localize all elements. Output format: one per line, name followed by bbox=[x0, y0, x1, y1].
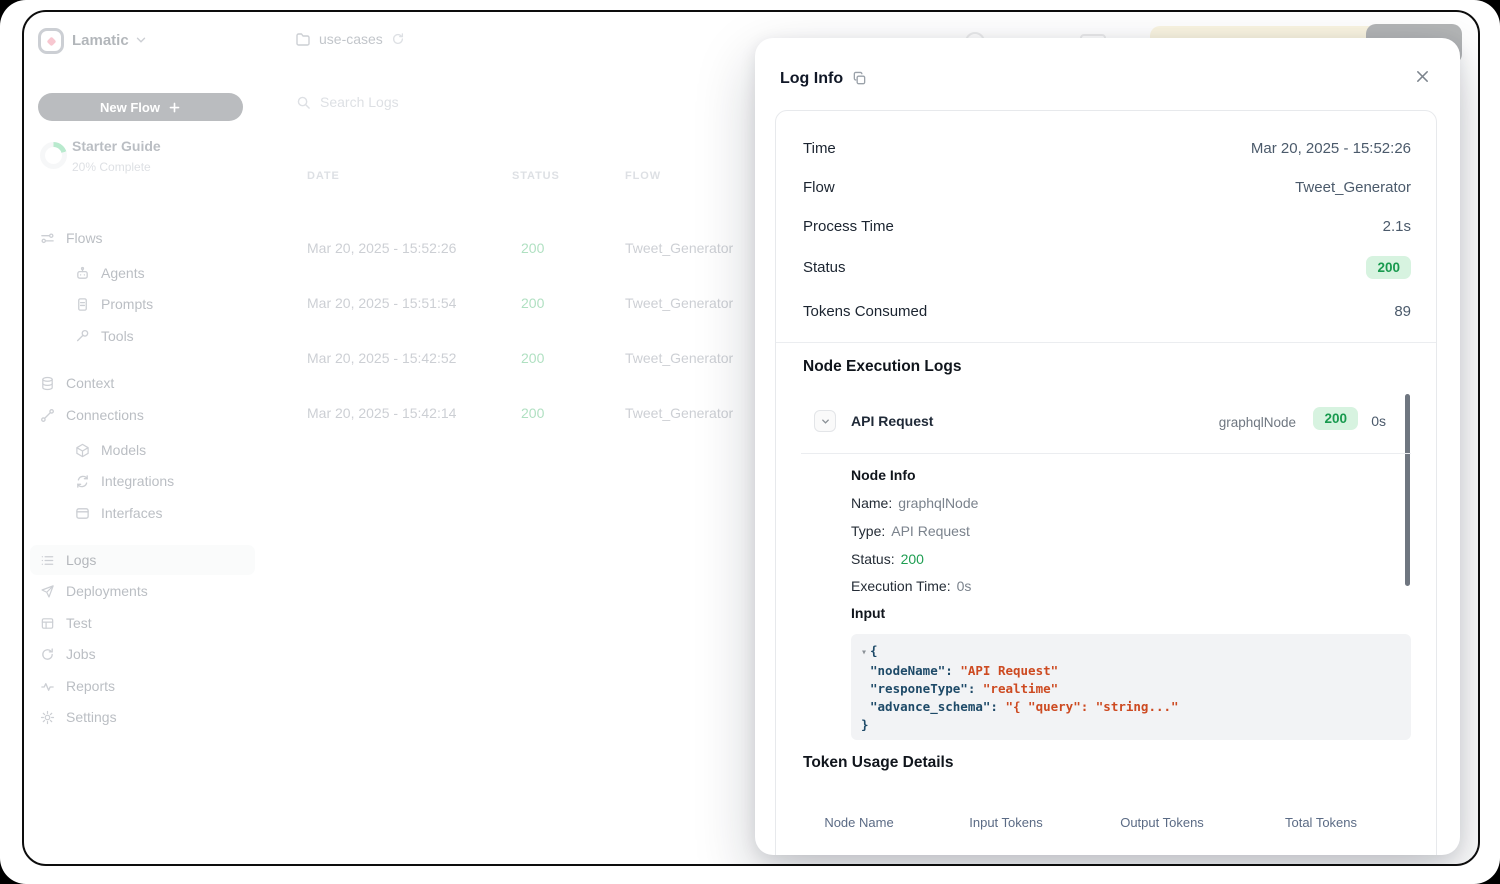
modal-title: Log Info bbox=[780, 70, 843, 88]
divider bbox=[776, 342, 1436, 343]
copy-icon[interactable] bbox=[852, 71, 867, 86]
process-time-value: 2.1s bbox=[1383, 218, 1411, 235]
log-detail-card: Time Mar 20, 2025 - 15:52:26 Flow Tweet_… bbox=[775, 110, 1437, 855]
code-key: "responeType": bbox=[870, 681, 975, 696]
node-entry-name[interactable]: API Request bbox=[851, 413, 933, 429]
node-entry-id: graphqlNode bbox=[1219, 415, 1296, 430]
token-usage-heading: Token Usage Details bbox=[803, 754, 953, 772]
time-value: Mar 20, 2025 - 15:52:26 bbox=[1251, 140, 1411, 157]
code-close-brace: } bbox=[861, 717, 869, 732]
status-label: Status bbox=[803, 259, 846, 276]
code-fold-chevron[interactable]: ▾ bbox=[861, 647, 867, 658]
close-icon[interactable] bbox=[1415, 69, 1430, 84]
input-heading: Input bbox=[851, 605, 885, 621]
code-value: "{ "query": "string..." bbox=[1005, 699, 1178, 714]
code-key: "nodeName": bbox=[870, 663, 953, 678]
node-execution-logs-heading: Node Execution Logs bbox=[803, 358, 961, 376]
node-name-value: graphqlNode bbox=[898, 495, 978, 511]
status-badge: 200 bbox=[1366, 256, 1411, 279]
usage-column-output-tokens[interactable]: Output Tokens bbox=[1120, 815, 1204, 830]
code-value: "API Request" bbox=[960, 663, 1058, 678]
app-window: Lamatic New Flow Starter Guide 20% Compl… bbox=[22, 10, 1480, 866]
usage-column-input-tokens[interactable]: Input Tokens bbox=[969, 815, 1042, 830]
input-json-code-block[interactable]: ▾{ "nodeName": "API Request" "responeTyp… bbox=[851, 634, 1411, 740]
usage-column-node-name[interactable]: Node Name bbox=[824, 815, 893, 830]
tokens-consumed-value: 89 bbox=[1394, 303, 1411, 320]
node-status-label: Status: bbox=[851, 551, 895, 567]
node-type-value: API Request bbox=[891, 523, 970, 539]
expand-node-chevron-button[interactable] bbox=[814, 410, 836, 432]
modal-scrollbar[interactable] bbox=[1405, 394, 1410, 586]
code-open-brace: { bbox=[870, 643, 878, 658]
flow-value: Tweet_Generator bbox=[1295, 179, 1411, 196]
process-time-label: Process Time bbox=[803, 218, 894, 235]
execution-time-label: Execution Time: bbox=[851, 578, 951, 594]
time-label: Time bbox=[803, 140, 836, 157]
node-name-label: Name: bbox=[851, 495, 892, 511]
code-value: "realtime" bbox=[983, 681, 1058, 696]
divider bbox=[801, 453, 1411, 454]
node-entry-duration: 0s bbox=[1371, 413, 1386, 429]
flow-label: Flow bbox=[803, 179, 835, 196]
execution-time-value: 0s bbox=[957, 578, 972, 594]
screenshot-canvas: Lamatic New Flow Starter Guide 20% Compl… bbox=[0, 0, 1500, 884]
node-entry-status-badge: 200 bbox=[1313, 407, 1358, 430]
node-info-heading: Node Info bbox=[851, 467, 916, 483]
node-status-value: 200 bbox=[901, 551, 924, 567]
node-type-label: Type: bbox=[851, 523, 885, 539]
log-info-modal: Log Info Time Mar 20, 2025 - 15:52:26 Fl… bbox=[755, 38, 1460, 855]
tokens-consumed-label: Tokens Consumed bbox=[803, 303, 927, 320]
code-key: "advance_schema": bbox=[870, 699, 998, 714]
usage-column-total-tokens[interactable]: Total Tokens bbox=[1285, 815, 1357, 830]
